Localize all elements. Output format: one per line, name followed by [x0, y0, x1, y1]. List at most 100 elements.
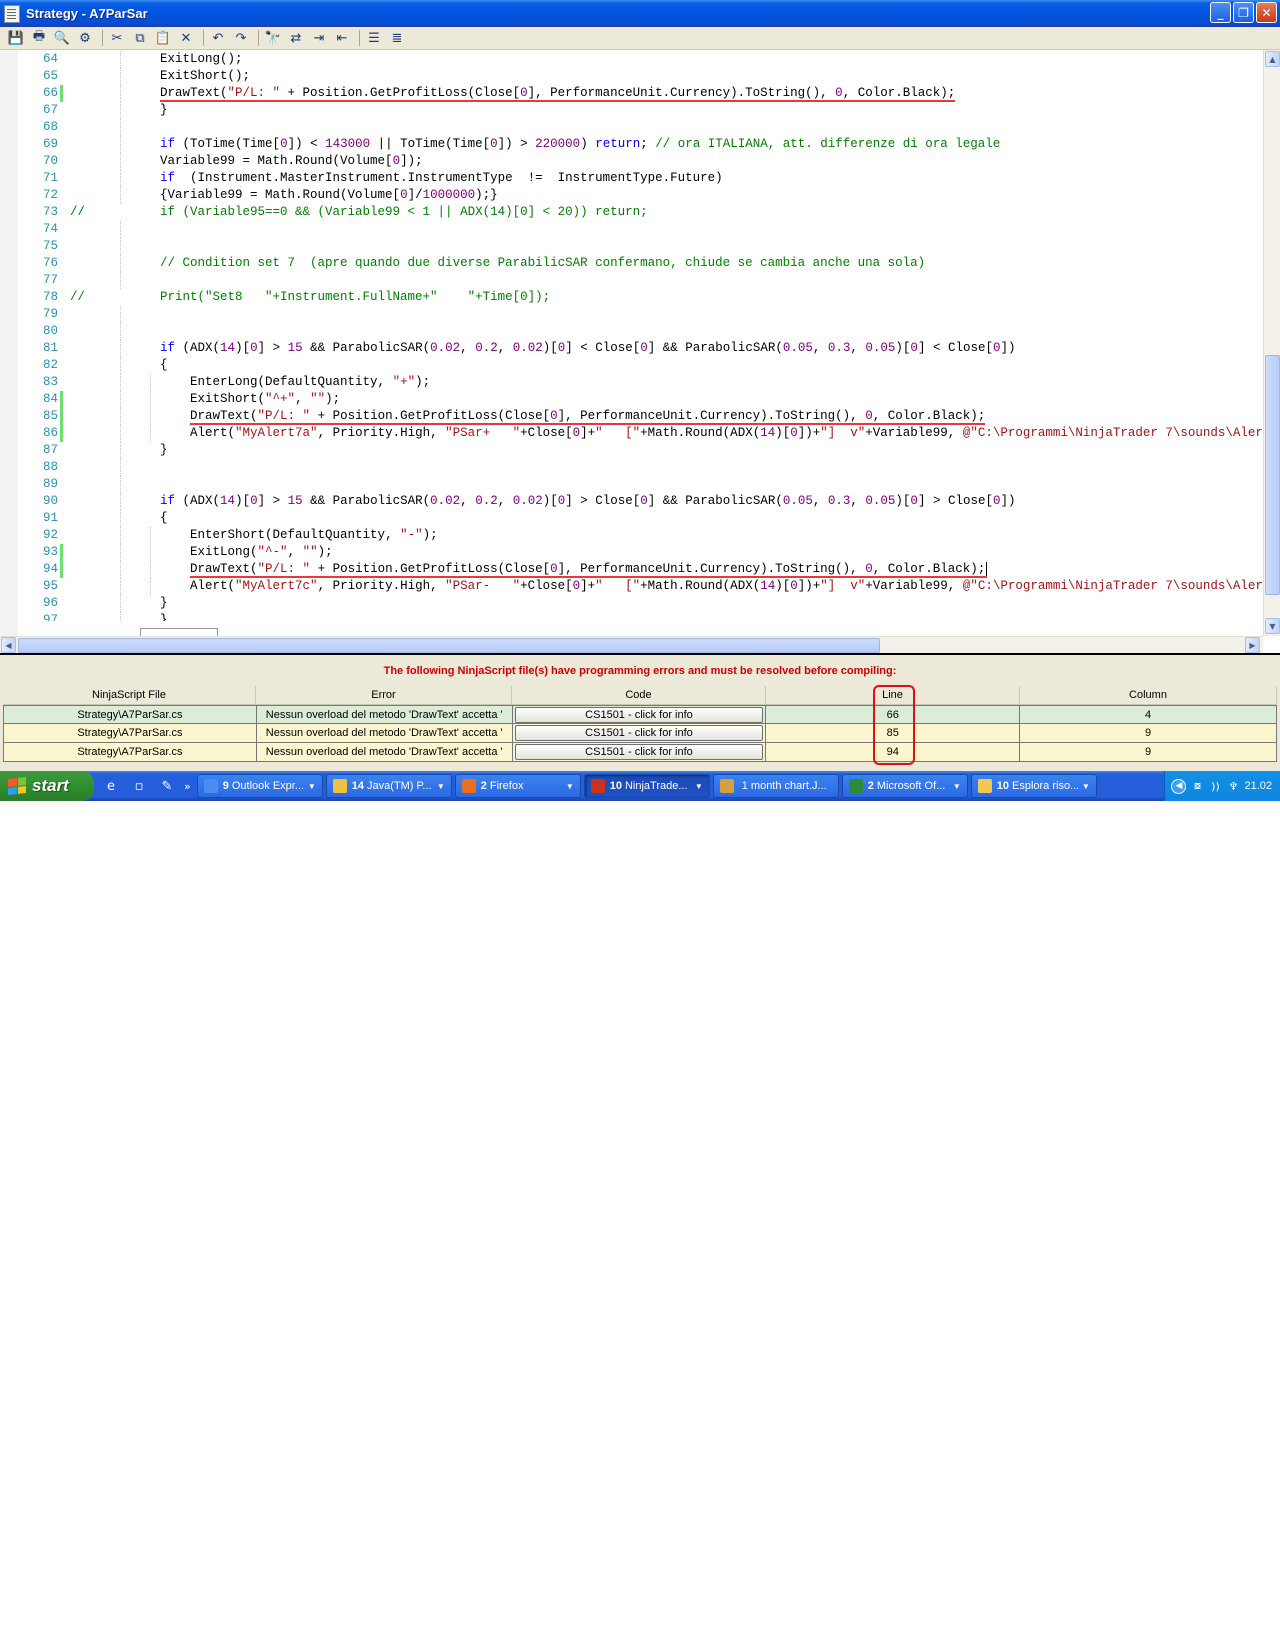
code-line[interactable]: 93 ExitLong("^-", "");	[18, 544, 1262, 561]
code-token: (ADX(	[175, 494, 221, 508]
error-code-button[interactable]: CS1501 - click for info	[514, 744, 763, 760]
code-line[interactable]: 74	[18, 221, 1262, 238]
maximize-button[interactable]: ❐	[1233, 2, 1254, 23]
save-icon[interactable]: 💾	[6, 29, 26, 47]
taskbar-button[interactable]: 10 NinjaTrade... ▼	[583, 774, 710, 798]
code-line[interactable]: 72 {Variable99 = Math.Round(Volume[0]/100…	[18, 187, 1262, 204]
clock[interactable]: 21.02	[1244, 780, 1272, 792]
code-line[interactable]: 79	[18, 306, 1262, 323]
scroll-left-icon[interactable]: ◀	[1, 637, 16, 653]
header-column[interactable]: Column	[1020, 686, 1277, 705]
group-dropdown-icon[interactable]: ▼	[566, 782, 574, 791]
taskbar-button[interactable]: 10 Esplora riso... ▼	[970, 774, 1097, 798]
delete-icon[interactable]: ✕	[176, 29, 196, 47]
scroll-up-icon[interactable]: ▲	[1265, 51, 1280, 67]
code-line[interactable]: 76 // Condition set 7 (apre quando due di…	[18, 255, 1262, 272]
taskbar-button[interactable]: 14 Java(TM) P... ▼	[325, 774, 452, 798]
code-line[interactable]: 82 {	[18, 357, 1262, 374]
code-line[interactable]: 94 DrawText("P/L: " + Position.GetProfitL…	[18, 561, 1262, 578]
vertical-scrollbar[interactable]: ▲ ▼	[1263, 50, 1280, 636]
code-area[interactable]: 64 ExitLong(); 65 ExitShort(); 66 DrawText("P…	[18, 51, 1262, 621]
find-icon[interactable]: 🔭	[263, 29, 283, 47]
vertical-scroll-thumb[interactable]	[1265, 355, 1280, 595]
group-dropdown-icon[interactable]: ▼	[308, 782, 316, 791]
group-dropdown-icon[interactable]: ▼	[953, 782, 961, 791]
code-line[interactable]: 69 if (ToTime(Time[0]) < 143000 || ToTime…	[18, 136, 1262, 153]
table-row[interactable]: Strategy\A7ParSar.cs Nessun overload del…	[3, 705, 1277, 724]
horizontal-scroll-thumb[interactable]	[18, 638, 880, 653]
uncomment-icon[interactable]: ≣	[387, 29, 407, 47]
close-button[interactable]: ✕	[1256, 2, 1277, 23]
code-line[interactable]: 92 EnterShort(DefaultQuantity, "-");	[18, 527, 1262, 544]
replace-icon[interactable]: ⇄	[286, 29, 306, 47]
code-line[interactable]: 73 // if (Variable95==0 && (Variable99 < …	[18, 204, 1262, 221]
taskbar-button[interactable]: 9 Outlook Expr... ▼	[196, 774, 323, 798]
indent-guide	[120, 153, 121, 170]
internet-explorer-icon[interactable]: e	[100, 775, 122, 797]
code-line[interactable]: 89	[18, 476, 1262, 493]
horizontal-scrollbar[interactable]: ◀ ▶	[0, 636, 1263, 653]
copy-icon[interactable]: ⧉	[130, 29, 150, 47]
show-desktop-icon[interactable]: ▫	[128, 775, 150, 797]
taskbar-button[interactable]: 2 Firefox ▼	[454, 774, 581, 798]
undo-icon[interactable]: ↶	[208, 29, 228, 47]
code-line[interactable]: 97}	[18, 612, 1262, 621]
group-dropdown-icon[interactable]: ▼	[1082, 782, 1090, 791]
code-line[interactable]: 78 // Print("Set8 "+Instrument.FullName+"…	[18, 289, 1262, 306]
code-line[interactable]: 88	[18, 459, 1262, 476]
start-button[interactable]: start	[0, 771, 94, 801]
code-token: ExitShort(	[190, 392, 266, 406]
code-line[interactable]: 67}	[18, 102, 1262, 119]
network-icon[interactable]: ⧇	[1190, 779, 1204, 793]
redo-icon[interactable]: ↷	[231, 29, 251, 47]
scroll-down-icon[interactable]: ▼	[1265, 618, 1280, 634]
code-line[interactable]: 86 Alert("MyAlert7a", Priority.High, "PSa…	[18, 425, 1262, 442]
scroll-right-icon[interactable]: ▶	[1245, 637, 1260, 653]
print-icon[interactable]: 🖶	[29, 29, 49, 47]
code-line[interactable]: 70 Variable99 = Math.Round(Volume[0]);	[18, 153, 1262, 170]
error-code-button[interactable]: CS1501 - click for info	[514, 725, 763, 741]
code-line[interactable]: 83 EnterLong(DefaultQuantity, "+");	[18, 374, 1262, 391]
compile-icon[interactable]: ⚙	[75, 29, 95, 47]
code-line[interactable]: 64 ExitLong();	[18, 51, 1262, 68]
code-line[interactable]: 95 Alert("MyAlert7c", Priority.High, "PSa…	[18, 578, 1262, 595]
code-line[interactable]: 71 if (Instrument.MasterInstrument.Instru…	[18, 170, 1262, 187]
notepad-icon[interactable]: ✎	[156, 775, 178, 797]
minimize-button[interactable]: _	[1210, 2, 1231, 23]
group-dropdown-icon[interactable]: ▼	[695, 782, 703, 791]
print-preview-icon[interactable]: 🔍	[52, 29, 72, 47]
tray-expand-icon[interactable]: ◀	[1171, 778, 1187, 794]
code-line[interactable]: 68	[18, 119, 1262, 136]
cut-icon[interactable]: ✂	[107, 29, 127, 47]
error-code-button[interactable]: CS1501 - click for info	[514, 707, 763, 723]
indent-icon[interactable]: ⇥	[309, 29, 329, 47]
header-code[interactable]: Code	[512, 686, 766, 705]
collapsed-region-marker[interactable]	[140, 628, 218, 636]
group-dropdown-icon[interactable]: ▼	[437, 782, 445, 791]
code-line[interactable]: 84 ExitShort("^+", "");	[18, 391, 1262, 408]
code-line[interactable]: 96}	[18, 595, 1262, 612]
table-row[interactable]: Strategy\A7ParSar.cs Nessun overload del…	[3, 724, 1277, 743]
header-file[interactable]: NinjaScript File	[3, 686, 256, 705]
code-line[interactable]: 80	[18, 323, 1262, 340]
code-line[interactable]: 65 ExitShort();	[18, 68, 1262, 85]
code-line[interactable]: 75	[18, 238, 1262, 255]
wireless-icon[interactable]: ))	[1208, 779, 1222, 793]
paste-icon[interactable]: 📋	[153, 29, 173, 47]
tray-app-icon[interactable]: ♆	[1226, 779, 1240, 793]
code-line[interactable]: 90 if (ADX(14)[0] > 15 && ParabolicSAR(0.…	[18, 493, 1262, 510]
table-row[interactable]: Strategy\A7ParSar.cs Nessun overload del…	[3, 743, 1277, 762]
comment-icon[interactable]: ☰	[364, 29, 384, 47]
code-line[interactable]: 77	[18, 272, 1262, 289]
code-editor[interactable]: 64 ExitLong(); 65 ExitShort(); 66 DrawText("P…	[0, 50, 1280, 653]
code-line[interactable]: 87}	[18, 442, 1262, 459]
taskbar-button[interactable]: 1 month chart.J...	[712, 774, 839, 798]
quick-launch-more-icon[interactable]: »	[184, 780, 191, 793]
code-line[interactable]: 81 if (ADX(14)[0] > 15 && ParabolicSAR(0.…	[18, 340, 1262, 357]
code-line[interactable]: 91 {	[18, 510, 1262, 527]
header-error[interactable]: Error	[256, 686, 512, 705]
taskbar-button[interactable]: 2 Microsoft Of... ▼	[841, 774, 968, 798]
code-line[interactable]: 66 DrawText("P/L: " + Position.GetProfitL…	[18, 85, 1262, 102]
code-line[interactable]: 85 DrawText("P/L: " + Position.GetProfitL…	[18, 408, 1262, 425]
outdent-icon[interactable]: ⇤	[332, 29, 352, 47]
